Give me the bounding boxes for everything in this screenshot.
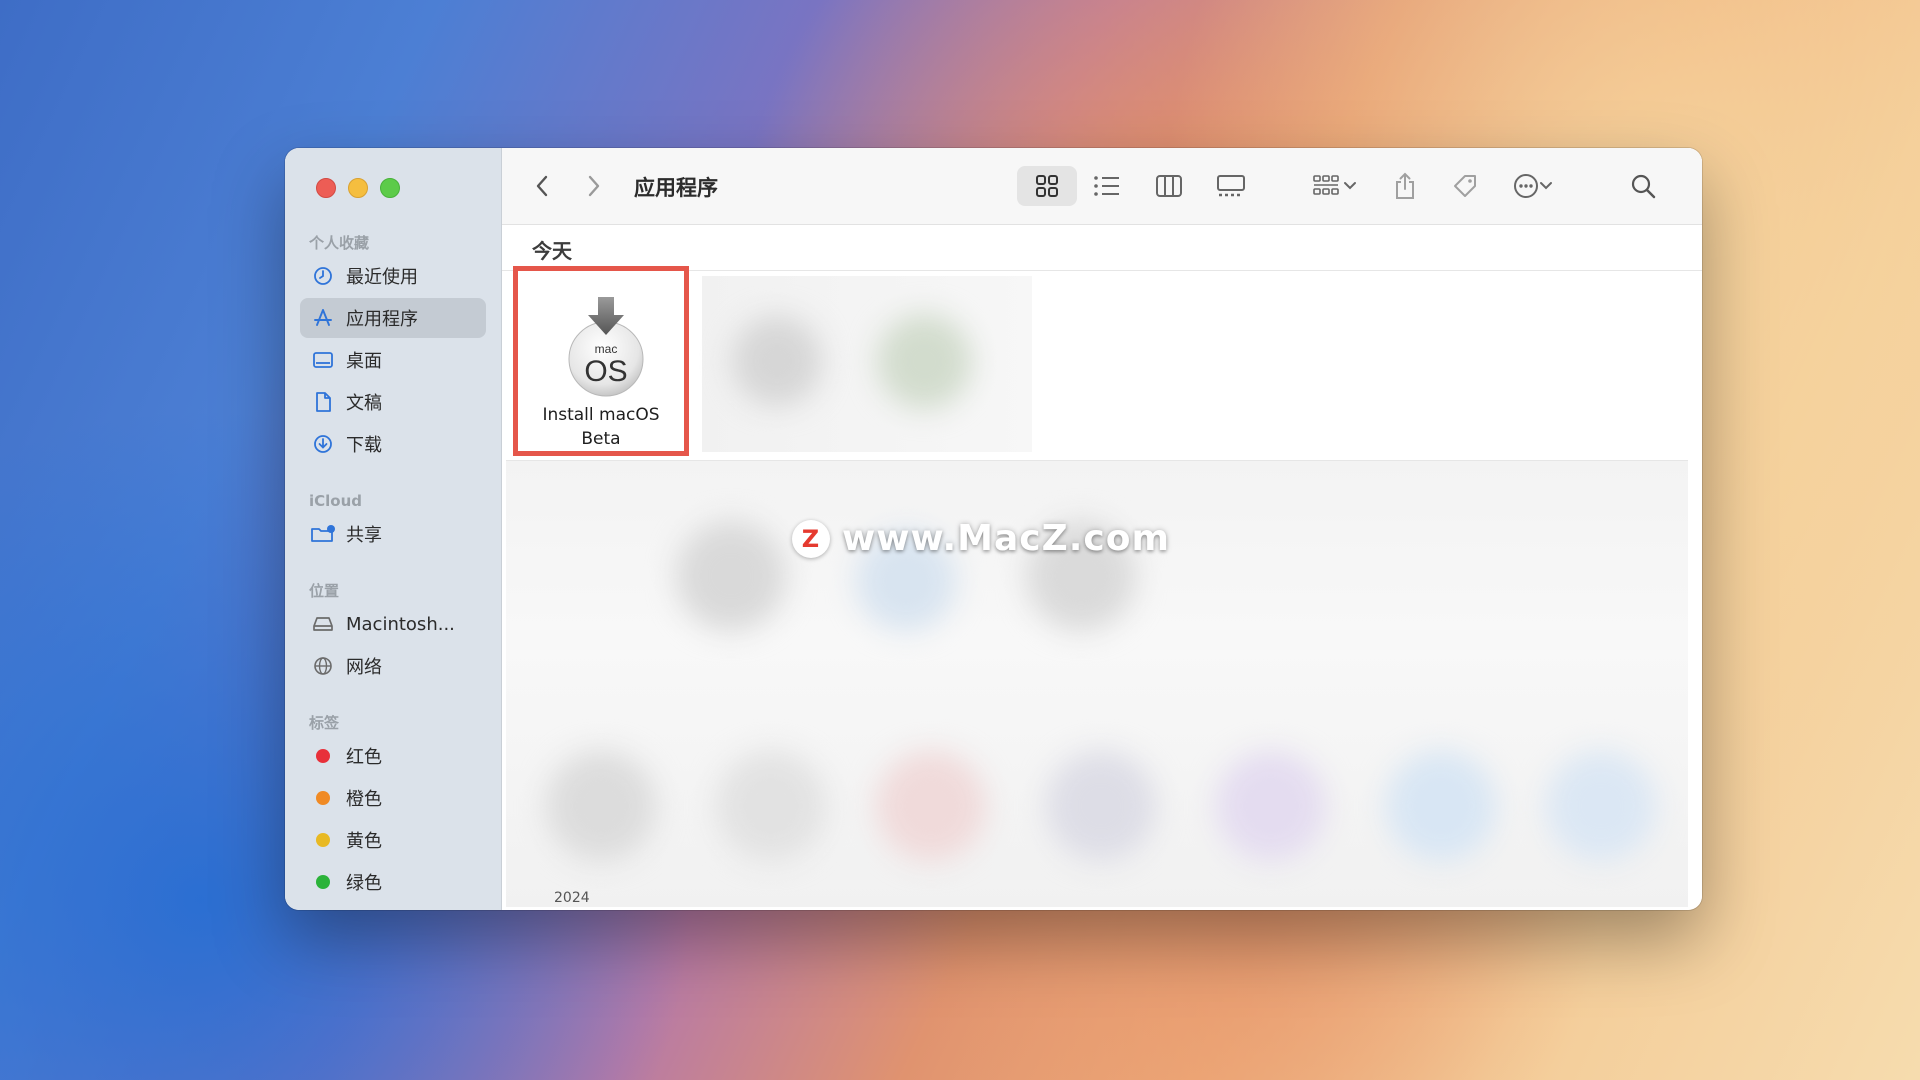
chevron-left-icon [536,175,548,197]
applications-icon [310,307,336,329]
sidebar-item-label: 共享 [346,525,382,546]
close-button[interactable] [316,178,336,198]
search-icon [1631,174,1656,199]
share-button[interactable] [1382,148,1428,224]
sidebar-item-label: 网络 [346,657,382,678]
list-icon [1094,176,1119,196]
icon-text-mac: mac [595,342,618,356]
tag-dot-icon [310,875,336,889]
tag-dot-icon [310,833,336,847]
sidebar-item-network[interactable]: 网络 [300,646,486,686]
share-icon [1396,172,1414,199]
window-controls [316,178,400,198]
more-actions-button[interactable] [1502,148,1564,224]
sidebar-item-desktop[interactable]: 桌面 [300,340,486,380]
group-grid-icon [1313,175,1339,195]
list-view-button[interactable] [1082,148,1132,224]
tag-dot-icon [310,791,336,805]
chevron-down-icon [1540,182,1552,190]
sidebar-item-macintosh-hd[interactable]: Macintosh... [300,604,486,644]
minimize-button[interactable] [348,178,368,198]
macos-installer-icon: mac OS [554,297,658,401]
file-name-line-2: Beta [581,429,621,449]
column-view-button[interactable] [1144,148,1194,224]
sidebar-item-tag-orange[interactable]: 橙色 [300,778,486,818]
gallery-view-button[interactable] [1206,148,1256,224]
watermark-text: www.MacZ.com [842,518,1170,559]
sidebar-item-label: 桌面 [346,351,382,372]
gallery-icon [1217,175,1245,197]
group-header-label: 今天 [532,239,572,263]
chevron-down-icon [1344,182,1356,190]
sidebar-item-label: Macintosh... [346,613,455,635]
zoom-button[interactable] [380,178,400,198]
icon-view-button[interactable] [1017,148,1077,224]
search-button[interactable] [1620,148,1666,224]
chevron-right-icon [588,175,600,197]
sidebar-item-shared[interactable]: 共享 [300,514,486,554]
tags-section-title: 标签 [309,714,340,732]
network-icon [310,656,336,676]
sidebar-item-label: 最近使用 [346,267,418,288]
sidebar-item-tag-red[interactable]: 红色 [300,736,486,776]
watermark: Z www.MacZ.com [792,518,1170,559]
sidebar-item-tag-yellow[interactable]: 黄色 [300,820,486,860]
columns-icon [1156,175,1182,197]
icloud-section-title: iCloud [309,492,363,510]
tag-dot-icon [310,749,336,763]
shared-folder-icon [310,524,336,544]
sidebar-item-label: 绿色 [346,873,382,894]
sidebar-item-downloads[interactable]: 下载 [300,424,486,464]
forward-button[interactable] [576,148,612,224]
file-name-line-1: Install macOS [542,405,660,425]
tag-button[interactable] [1442,148,1488,224]
sidebar-item-label: 橙色 [346,789,382,810]
sidebar-item-label: 下载 [346,435,382,456]
hard-drive-icon [310,615,336,633]
window-title: 应用程序 [634,176,718,200]
partial-year-label: 2024 [554,890,590,906]
toolbar: 应用程序 [502,148,1702,225]
locations-section-title: 位置 [309,582,340,600]
clock-icon [310,266,336,286]
sidebar-item-recents[interactable]: 最近使用 [300,256,486,296]
download-icon [310,434,336,454]
tag-icon [1454,175,1476,197]
sidebar: 个人收藏 最近使用 应用程序 桌面 文稿 下载 iCloud 共享 位置 Mac… [285,148,502,910]
sidebar-item-label: 文稿 [346,393,382,414]
file-name-label: Install macOS Beta [518,403,684,451]
sidebar-item-applications[interactable]: 应用程序 [300,298,486,338]
icon-text-os: OS [584,355,627,388]
blurred-file-area [702,276,1032,452]
favorites-section-title: 个人收藏 [309,234,370,252]
group-by-button[interactable] [1302,148,1368,224]
sidebar-item-label: 黄色 [346,831,382,852]
desktop-icon [310,350,336,370]
back-button[interactable] [524,148,560,224]
sidebar-item-documents[interactable]: 文稿 [300,382,486,422]
selected-file-install-macos[interactable]: mac OS Install macOS Beta [513,266,689,456]
sidebar-item-label: 红色 [346,747,382,768]
document-icon [310,391,336,413]
sidebar-item-label: 应用程序 [346,309,418,330]
ellipsis-circle-icon [1514,174,1538,198]
watermark-badge: Z [792,519,830,558]
group-header: 今天 [502,225,1702,271]
grid-icon [1036,175,1058,197]
sidebar-item-tag-green[interactable]: 绿色 [300,862,486,902]
